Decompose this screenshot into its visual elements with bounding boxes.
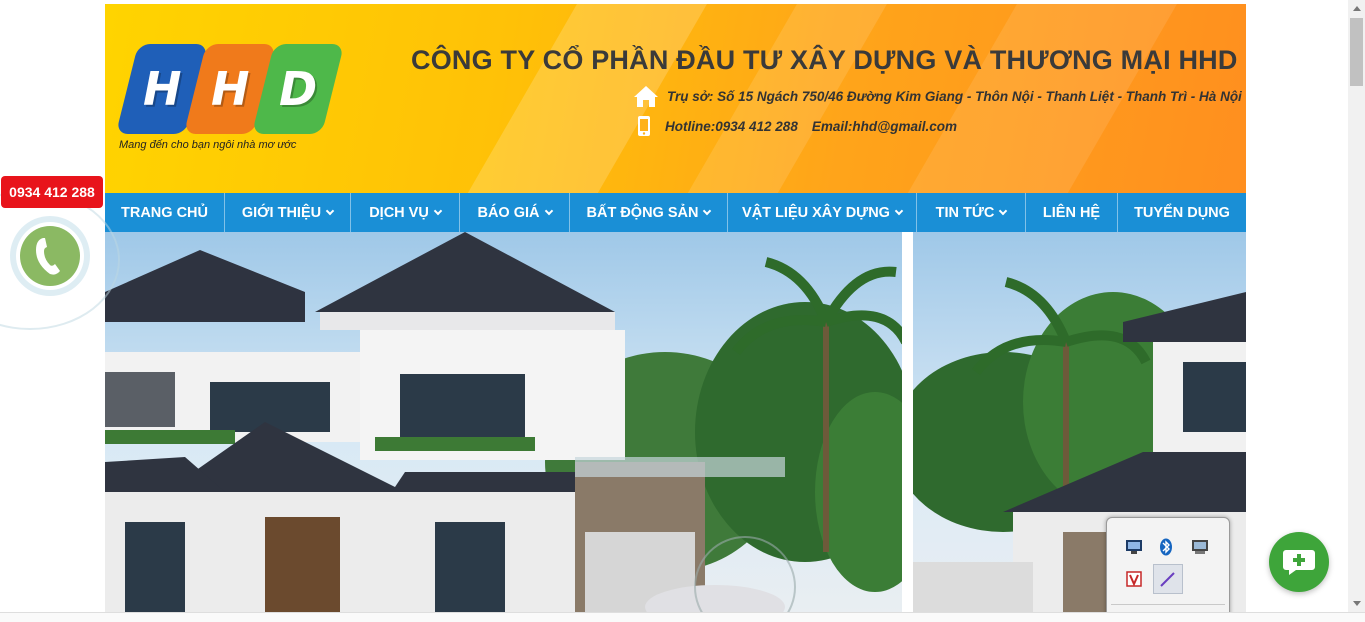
display-icon[interactable] bbox=[1189, 536, 1211, 558]
nav-label: TIN TỨC bbox=[935, 204, 995, 221]
phone-number-badge[interactable]: 0934 412 288 bbox=[1, 176, 103, 208]
email-text[interactable]: Email:hhd@gmail.com bbox=[812, 119, 957, 134]
site-header: H H D Mang đến cho bạn ngôi nhà mơ ước C… bbox=[105, 4, 1246, 193]
address-row: Trụ sở: Số 15 Ngách 750/46 Đường Kim Gia… bbox=[633, 84, 1242, 108]
chevron-down-icon bbox=[544, 206, 553, 215]
nav-label: BÁO GIÁ bbox=[477, 204, 540, 221]
logo-letter-3: D bbox=[278, 62, 318, 116]
chevron-down-icon bbox=[703, 206, 712, 215]
system-tray-popup bbox=[1106, 517, 1230, 622]
network-icon[interactable] bbox=[1123, 536, 1145, 558]
nav-item-tuyen-dung[interactable]: TUYỂN DỤNG bbox=[1118, 193, 1246, 232]
nav-item-tin-tuc[interactable]: TIN TỨC bbox=[917, 193, 1026, 232]
nav-item-trang-chu[interactable]: TRANG CHỦ bbox=[105, 193, 225, 232]
nav-item-gioi-thieu[interactable]: GIỚI THIỆU bbox=[225, 193, 351, 232]
home-icon bbox=[633, 84, 659, 108]
nav-item-vat-lieu-xay-dung[interactable]: VẬT LIỆU XÂY DỰNG bbox=[728, 193, 917, 232]
bottom-bar bbox=[0, 612, 1365, 622]
call-button[interactable] bbox=[16, 222, 84, 290]
nav-label: LIÊN HỆ bbox=[1042, 204, 1101, 221]
logo-letter-2: H bbox=[210, 62, 250, 116]
antivirus-icon[interactable] bbox=[1123, 568, 1145, 590]
nav-label: GIỚI THIỆU bbox=[241, 204, 322, 221]
scroll-up-arrow[interactable] bbox=[1348, 0, 1365, 17]
hero-image-villa bbox=[105, 232, 902, 612]
mobile-icon bbox=[637, 115, 651, 137]
nav-label: DỊCH VỤ bbox=[369, 204, 429, 221]
nav-item-bao-gia[interactable]: BÁO GIÁ bbox=[460, 193, 570, 232]
scroll-thumb[interactable] bbox=[1350, 18, 1363, 86]
vertical-scrollbar[interactable] bbox=[1348, 0, 1365, 612]
chevron-down-icon bbox=[894, 206, 904, 215]
logo-tagline: Mang đến cho bạn ngôi nhà mơ ước bbox=[119, 139, 297, 151]
nav-label: TRANG CHỦ bbox=[121, 204, 208, 221]
site-logo[interactable]: H H D Mang đến cho bạn ngôi nhà mơ ước bbox=[115, 44, 345, 154]
nav-label: VẬT LIỆU XÂY DỰNG bbox=[742, 204, 890, 221]
chat-button[interactable] bbox=[1269, 532, 1329, 592]
hotline-text[interactable]: Hotline:0934 412 288 bbox=[665, 119, 798, 134]
nav-item-lien-he[interactable]: LIÊN HỆ bbox=[1026, 193, 1118, 232]
nav-item-bat-dong-san[interactable]: BẤT ĐỘNG SẢN bbox=[570, 193, 728, 232]
bluetooth-icon[interactable] bbox=[1155, 536, 1177, 558]
chat-plus-icon bbox=[1283, 550, 1315, 575]
hero-divider bbox=[902, 232, 913, 612]
tray-separator bbox=[1111, 604, 1225, 605]
chevron-down-icon bbox=[433, 206, 443, 215]
logo-letter-1: H bbox=[142, 62, 182, 116]
nav-label: TUYỂN DỤNG bbox=[1134, 204, 1230, 221]
scroll-down-arrow[interactable] bbox=[1348, 595, 1365, 612]
hero-slider[interactable] bbox=[105, 232, 1246, 612]
chevron-down-icon bbox=[999, 206, 1008, 215]
nav-item-dich-vu[interactable]: DỊCH VỤ bbox=[351, 193, 460, 232]
company-name: CÔNG TY CỔ PHẦN ĐẦU TƯ XÂY DỰNG VÀ THƯƠN… bbox=[411, 45, 1238, 75]
main-nav: TRANG CHỦ GIỚI THIỆU DỊCH VỤ BÁO GIÁ BẤT… bbox=[105, 193, 1246, 232]
address-text: Trụ sở: Số 15 Ngách 750/46 Đường Kim Gia… bbox=[667, 88, 1242, 104]
page: H H D Mang đến cho bạn ngôi nhà mơ ước C… bbox=[0, 0, 1365, 622]
pen-icon[interactable] bbox=[1153, 564, 1183, 594]
chevron-down-icon bbox=[325, 206, 335, 215]
phone-icon bbox=[20, 226, 80, 286]
nav-label: BẤT ĐỘNG SẢN bbox=[586, 204, 699, 221]
contact-row: Hotline:0934 412 288 Email:hhd@gmail.com bbox=[637, 115, 957, 137]
